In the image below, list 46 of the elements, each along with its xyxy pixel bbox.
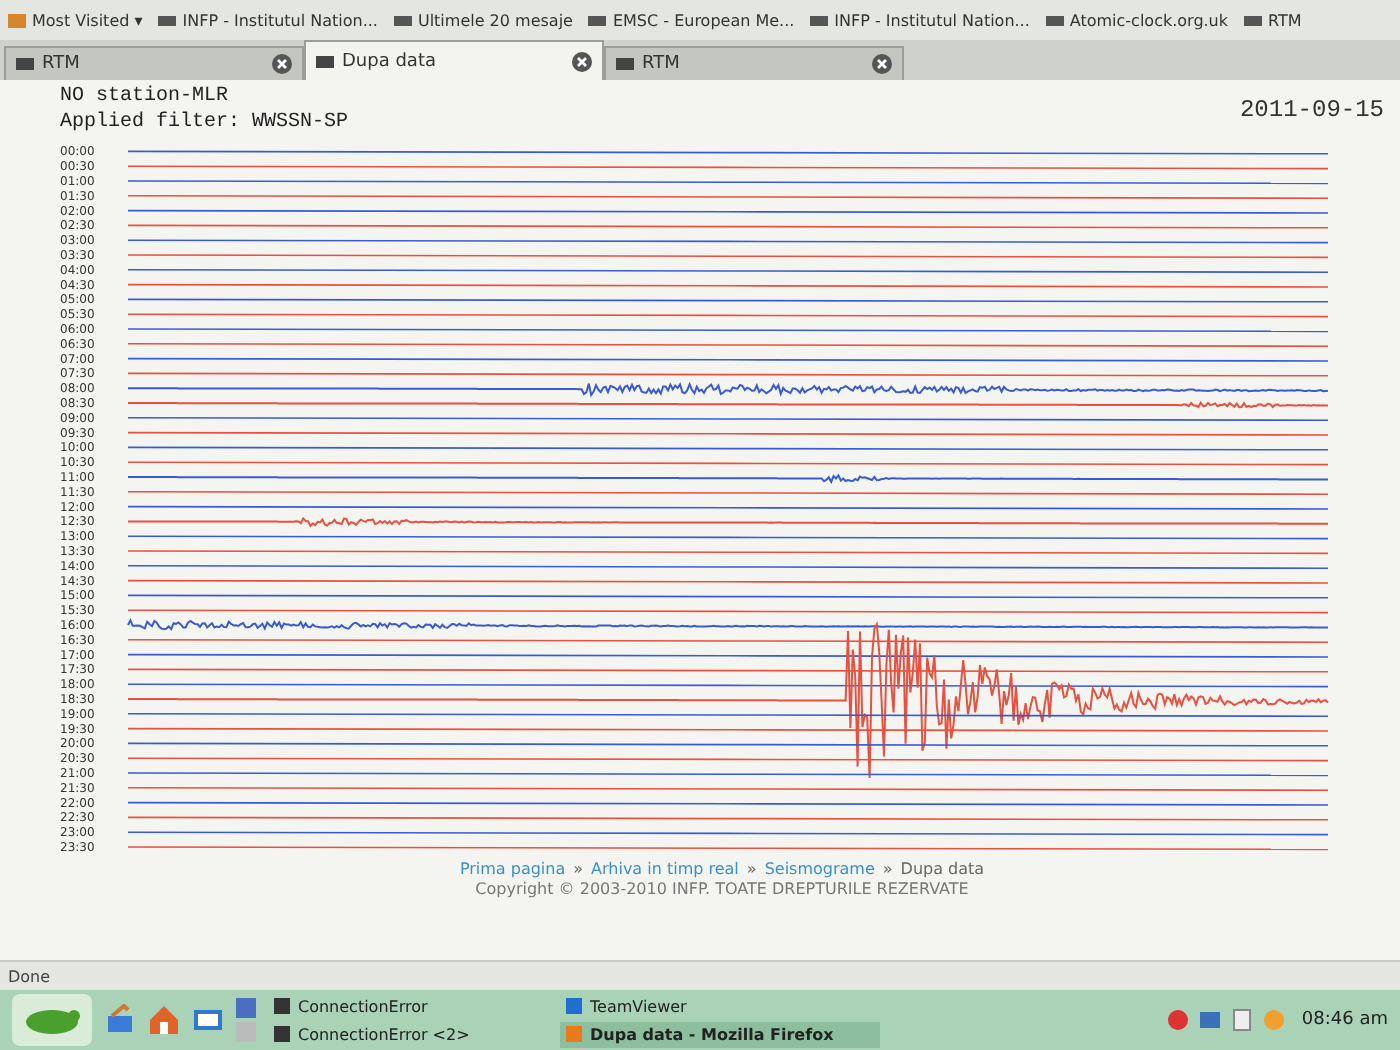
lizard-logo-icon xyxy=(22,1004,82,1036)
date-text: 2011-09-15 xyxy=(1239,94,1384,124)
breadcrumb-separator: » xyxy=(882,860,893,879)
bookmark-link[interactable]: Atomic-clock.org.uk xyxy=(1045,11,1229,29)
site-icon xyxy=(1045,11,1064,29)
clock-text: 08:46 am xyxy=(1301,1010,1388,1030)
close-icon[interactable] xyxy=(572,51,592,71)
folder-icon xyxy=(8,11,26,29)
bookmark-link[interactable]: Most Visited ▾ xyxy=(8,11,143,29)
site-icon xyxy=(1244,11,1263,29)
bookmark-link[interactable]: EMSC - European Me... xyxy=(588,11,795,29)
monitor-icon[interactable] xyxy=(192,1004,224,1036)
copyright-text: Copyright © 2003-2010 INFP. TOATE DREPTURILE REZERVATE xyxy=(475,880,969,899)
taskbar-button[interactable]: ConnectionError <2> xyxy=(268,1021,548,1047)
clipboard-icon[interactable] xyxy=(1229,1008,1254,1032)
status-text: Done xyxy=(8,967,51,985)
bookmark-link[interactable]: Ultimele 20 mesaje xyxy=(393,11,573,29)
house-icon[interactable] xyxy=(148,1004,180,1036)
filter-text: Applied filter: WWSSN-SP xyxy=(60,110,349,136)
close-icon[interactable] xyxy=(272,54,292,74)
workspace-switcher-icon xyxy=(236,998,256,1042)
site-icon xyxy=(393,11,412,29)
site-icon xyxy=(16,58,34,70)
breadcrumb-current: Dupa data xyxy=(900,860,985,879)
site-icon xyxy=(588,11,607,29)
site-icon xyxy=(616,58,634,70)
bookmark-link[interactable]: INFP - Institutul Nation... xyxy=(158,11,378,29)
brush-icon[interactable] xyxy=(104,1004,136,1036)
browser-tab[interactable]: RTM xyxy=(4,46,304,80)
station-text: NO station-MLR xyxy=(60,84,231,110)
browser-tab[interactable]: Dupa data xyxy=(304,40,604,80)
taskbar-button[interactable]: ConnectionError xyxy=(268,993,548,1019)
browser-tab[interactable]: RTM xyxy=(604,46,904,80)
breadcrumb-separator: » xyxy=(746,860,757,879)
bookmark-link[interactable]: INFP - Institutul Nation... xyxy=(810,11,1030,29)
breadcrumb-separator: » xyxy=(573,860,584,879)
bookmark-link[interactable]: RTM xyxy=(1244,11,1302,29)
site-icon xyxy=(158,11,177,29)
close-icon[interactable] xyxy=(872,54,892,74)
taskbar-button[interactable]: Dupa data - Mozilla Firefox xyxy=(560,1021,880,1047)
start-button[interactable] xyxy=(12,994,92,1046)
taskbar-button[interactable]: TeamViewer xyxy=(560,993,880,1019)
site-icon xyxy=(316,55,334,67)
alert-icon[interactable] xyxy=(1165,1008,1190,1032)
site-icon xyxy=(810,11,829,29)
network-icon[interactable] xyxy=(1197,1008,1222,1032)
